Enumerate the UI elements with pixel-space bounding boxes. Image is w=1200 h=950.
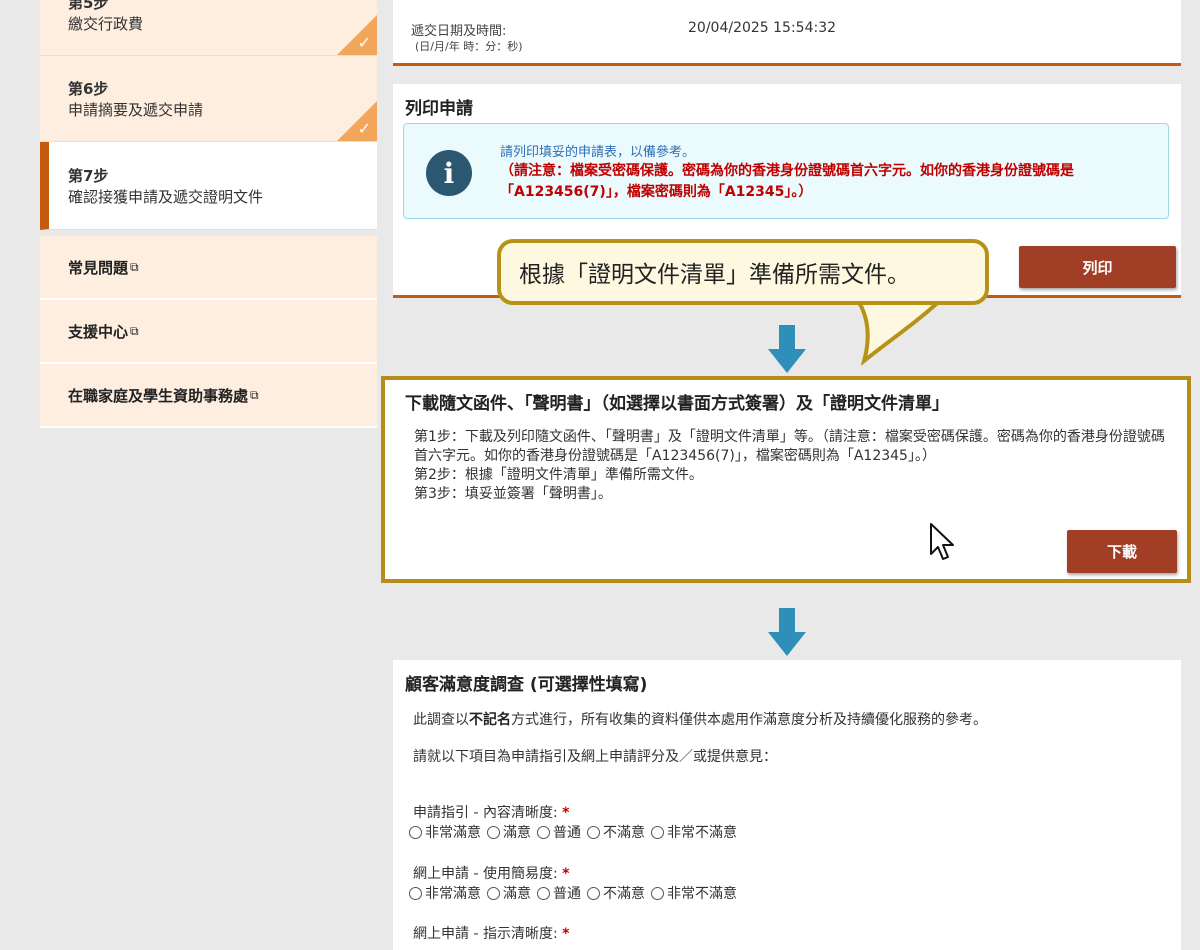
download-panel: 下載隨文函件、「聲明書」（如選擇以書面方式簽署）及「證明文件清單」 第1步：下載…	[381, 376, 1191, 583]
external-link-icon: ⧉	[250, 387, 259, 402]
radio-button[interactable]	[409, 886, 422, 900]
sidebar-link-wfsfaa[interactable]: 在職家庭及學生資助事務處 ⧉	[40, 364, 377, 428]
step-description: 繳交行政費	[68, 15, 144, 33]
download-steps: 第1步：下載及列印隨文函件、「聲明書」及「證明文件清單」等。（請注意：檔案受密碼…	[414, 428, 1174, 504]
download-title: 下載隨文函件、「聲明書」（如選擇以書面方式簽署）及「證明文件清單」	[405, 394, 949, 414]
option-label: 不滿意	[603, 825, 645, 841]
print-button[interactable]: 列印	[1019, 246, 1176, 288]
down-arrow-icon	[768, 608, 806, 656]
link-label: 支援中心	[68, 322, 129, 341]
intro-bold: 不記名	[469, 712, 511, 728]
submission-label: 遞交日期及時間:	[411, 24, 507, 39]
down-arrow-icon	[768, 325, 806, 373]
password-warning: （請注意：檔案受密碼保護。密碼為你的香港身份證號碼首六字元。如你的香港身份證號碼…	[500, 163, 1074, 200]
radio-button[interactable]	[487, 825, 500, 839]
radio-option[interactable]: 非常滿意	[409, 883, 481, 903]
step-description: 申請摘要及遞交申請	[68, 101, 204, 119]
sidebar-link-support[interactable]: 支援中心 ⧉	[40, 300, 377, 364]
download-button[interactable]: 下載	[1067, 530, 1177, 573]
download-step-2: 第2步：根據「證明文件清單」準備所需文件。	[414, 467, 703, 483]
link-label: 在職家庭及學生資助事務處	[68, 386, 249, 405]
radio-button[interactable]	[537, 886, 550, 900]
sidebar: 第5步 繳交行政費 ✓ 第6步 申請摘要及遞交申請 ✓ 第7步 確認接獲申請及遞…	[40, 0, 377, 428]
intro-text: 此調查以	[413, 712, 469, 728]
radio-option[interactable]: 不滿意	[587, 822, 645, 842]
radio-option[interactable]: 非常不滿意	[651, 822, 737, 842]
sidebar-step-5[interactable]: 第5步 繳交行政費 ✓	[40, 0, 377, 56]
step-description: 確認接獲申請及遞交證明文件	[68, 188, 264, 206]
radio-button[interactable]	[409, 825, 422, 839]
radio-button[interactable]	[587, 825, 600, 839]
survey-options-1: 非常滿意 滿意 普通 不滿意 非常不滿意	[409, 822, 737, 842]
option-label: 不滿意	[603, 886, 645, 902]
link-label: 常見問題	[68, 258, 129, 277]
checkmark-icon: ✓	[357, 119, 371, 138]
required-mark: *	[562, 805, 570, 821]
sidebar-step-6[interactable]: 第6步 申請摘要及遞交申請 ✓	[40, 56, 377, 142]
survey-question-1: 申請指引 - 內容清晰度: *	[413, 802, 569, 822]
required-mark: *	[562, 926, 570, 942]
submission-panel: 遞交日期及時間: (日/月/年 時：分：秒) 20/04/2025 15:54:…	[393, 0, 1181, 66]
step-number: 第5步	[68, 0, 109, 12]
option-label: 非常不滿意	[667, 825, 737, 841]
required-mark: *	[562, 866, 570, 882]
step-number: 第7步	[68, 167, 109, 185]
sidebar-link-faq[interactable]: 常見問題 ⧉	[40, 236, 377, 300]
callout-bubble: 根據「證明文件清單」準備所需文件。	[497, 239, 989, 305]
option-label: 滿意	[503, 825, 531, 841]
question-label: 網上申請 - 使用簡易度:	[413, 866, 558, 882]
survey-options-2: 非常滿意 滿意 普通 不滿意 非常不滿意	[409, 883, 737, 903]
radio-button[interactable]	[651, 886, 664, 900]
radio-option[interactable]: 普通	[537, 883, 581, 903]
callout-tail	[852, 295, 948, 365]
radio-option[interactable]: 普通	[537, 822, 581, 842]
info-icon: i	[426, 150, 472, 196]
mouse-cursor-icon	[930, 523, 954, 560]
step-number: 第6步	[68, 80, 109, 98]
radio-button[interactable]	[487, 886, 500, 900]
radio-button[interactable]	[651, 825, 664, 839]
download-step-1: 第1步：下載及列印隨文函件、「聲明書」及「證明文件清單」等。（請注意：檔案受密碼…	[414, 429, 1165, 464]
submission-format: (日/月/年 時：分：秒)	[415, 40, 523, 53]
submission-value: 20/04/2025 15:54:32	[688, 20, 837, 36]
survey-question-2: 網上申請 - 使用簡易度: *	[413, 863, 569, 883]
external-link-icon: ⧉	[130, 323, 139, 338]
radio-button[interactable]	[537, 825, 550, 839]
info-box: i 請列印填妥的申請表，以備參考。 （請注意：檔案受密碼保護。密碼為你的香港身份…	[403, 123, 1169, 219]
option-label: 滿意	[503, 886, 531, 902]
print-title: 列印申請	[405, 99, 473, 119]
survey-intro: 此調查以不記名方式進行，所有收集的資料僅供本處用作滿意度分析及持續優化服務的參考…	[413, 709, 987, 729]
info-text: 請列印填妥的申請表，以備參考。	[500, 145, 696, 160]
radio-option[interactable]: 不滿意	[587, 883, 645, 903]
option-label: 非常滿意	[425, 886, 481, 902]
option-label: 非常滿意	[425, 825, 481, 841]
option-label: 非常不滿意	[667, 886, 737, 902]
question-label: 網上申請 - 指示清晰度:	[413, 926, 558, 942]
survey-instruction: 請就以下項目為申請指引及網上申請評分及／或提供意見：	[413, 749, 777, 765]
callout-text: 根據「證明文件清單」準備所需文件。	[519, 262, 910, 288]
intro-text: 方式進行，所有收集的資料僅供本處用作滿意度分析及持續優化服務的參考。	[511, 712, 987, 728]
radio-option[interactable]: 非常不滿意	[651, 883, 737, 903]
question-label: 申請指引 - 內容清晰度:	[413, 805, 558, 821]
survey-question-3: 網上申請 - 指示清晰度: *	[413, 923, 569, 943]
radio-button[interactable]	[587, 886, 600, 900]
download-step-3: 第3步：填妥並簽署「聲明書」。	[414, 486, 612, 502]
option-label: 普通	[553, 825, 581, 841]
radio-option[interactable]: 滿意	[487, 822, 531, 842]
radio-option[interactable]: 滿意	[487, 883, 531, 903]
radio-option[interactable]: 非常滿意	[409, 822, 481, 842]
survey-panel: 顧客滿意度調查 (可選擇性填寫) 此調查以不記名方式進行，所有收集的資料僅供本處…	[393, 660, 1181, 950]
sidebar-step-7[interactable]: 第7步 確認接獲申請及遞交證明文件	[40, 142, 377, 230]
survey-title: 顧客滿意度調查 (可選擇性填寫)	[405, 675, 648, 695]
checkmark-icon: ✓	[357, 33, 371, 52]
option-label: 普通	[553, 886, 581, 902]
external-link-icon: ⧉	[130, 259, 139, 274]
